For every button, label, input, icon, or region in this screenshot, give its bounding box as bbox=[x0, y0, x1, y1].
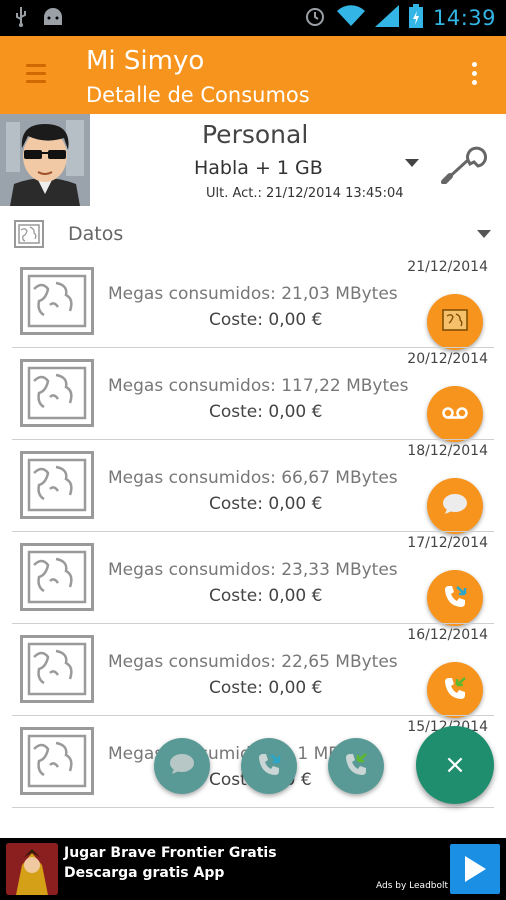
ad-subtitle: Descarga gratis App bbox=[64, 865, 225, 881]
signal-icon bbox=[374, 5, 399, 31]
list-item[interactable]: 20/12/2014 Megas consumidos: 117,22 MByt… bbox=[0, 348, 506, 442]
call-incoming-action-button[interactable] bbox=[427, 662, 483, 718]
battery-icon bbox=[408, 4, 423, 32]
cost: Coste: 0,00 € bbox=[209, 494, 323, 514]
menu-icon[interactable] bbox=[26, 64, 46, 86]
map-icon bbox=[20, 635, 94, 703]
speed-dial-sms-button[interactable] bbox=[154, 738, 210, 794]
status-bar: 14:39 bbox=[0, 0, 506, 36]
map-icon bbox=[20, 727, 94, 795]
ad-title: Jugar Brave Frontier Gratis bbox=[64, 845, 277, 861]
row-date: 16/12/2014 bbox=[407, 627, 488, 643]
play-icon[interactable] bbox=[450, 844, 500, 894]
wifi-icon bbox=[336, 5, 365, 31]
app-subtitle: Detalle de Consumos bbox=[86, 83, 310, 107]
last-updated: Ult. Act.: 21/12/2014 13:45:04 bbox=[206, 186, 404, 201]
megas-consumed: Megas consumidos: 23,33 MBytes bbox=[108, 560, 398, 580]
megas-consumed: Megas consumidos: 66,67 MBytes bbox=[108, 468, 398, 488]
ad-game-image bbox=[6, 843, 58, 895]
chevron-down-icon[interactable] bbox=[405, 159, 419, 167]
megas-consumed: Megas consumidos: 22,65 MBytes bbox=[108, 652, 398, 672]
app-title: Mi Simyo bbox=[86, 46, 205, 76]
plan-detail: Habla + 1 GB bbox=[194, 157, 323, 179]
row-date: 17/12/2014 bbox=[407, 535, 488, 551]
map-icon bbox=[442, 309, 468, 335]
call-outgoing-icon bbox=[441, 582, 469, 614]
call-outgoing-action-button[interactable] bbox=[427, 570, 483, 626]
voicemail-action-button[interactable] bbox=[427, 386, 483, 442]
call-incoming-icon bbox=[441, 674, 469, 706]
section-label: Datos bbox=[68, 223, 124, 245]
clock-time: 14:39 bbox=[432, 6, 496, 30]
list-item[interactable]: 18/12/2014 Megas consumidos: 66,67 MByte… bbox=[0, 440, 506, 534]
list-item[interactable]: 21/12/2014 Megas consumidos: 21,03 MByte… bbox=[0, 256, 506, 350]
avatar bbox=[0, 114, 90, 206]
call-outgoing-icon bbox=[255, 750, 283, 782]
alarm-icon bbox=[303, 4, 327, 32]
plan-name: Personal bbox=[202, 120, 309, 149]
cost: Coste: 0,00 € bbox=[209, 678, 323, 698]
speed-dial-close-button[interactable]: × bbox=[416, 726, 494, 804]
map-action-button[interactable] bbox=[427, 294, 483, 350]
list-item[interactable]: 16/12/2014 Megas consumidos: 22,65 MByte… bbox=[0, 624, 506, 718]
overflow-menu-icon[interactable] bbox=[472, 62, 478, 88]
voicemail-icon bbox=[442, 405, 468, 424]
call-incoming-icon bbox=[342, 750, 370, 782]
sms-icon bbox=[442, 493, 468, 519]
map-icon bbox=[20, 359, 94, 427]
row-date: 18/12/2014 bbox=[407, 443, 488, 459]
map-icon bbox=[20, 267, 94, 335]
map-icon bbox=[20, 451, 94, 519]
sms-action-button[interactable] bbox=[427, 478, 483, 534]
android-icon bbox=[42, 8, 64, 30]
row-date: 20/12/2014 bbox=[407, 351, 488, 367]
section-header-datos[interactable]: Datos bbox=[0, 214, 506, 254]
app-screen: 14:39 Mi Simyo Detalle de Consumos Perso… bbox=[0, 0, 506, 900]
speed-dial-outgoing-call-button[interactable] bbox=[241, 738, 297, 794]
megas-consumed: Megas consumidos: 117,22 MBytes bbox=[108, 376, 409, 396]
map-icon bbox=[20, 543, 94, 611]
list-item[interactable]: 17/12/2014 Megas consumidos: 23,33 MByte… bbox=[0, 532, 506, 626]
sms-icon bbox=[169, 753, 195, 779]
wrench-icon[interactable] bbox=[440, 144, 490, 185]
cost: Coste: 0,00 € bbox=[209, 310, 323, 330]
megas-consumed: Megas consumidos: 21,03 MBytes bbox=[108, 284, 398, 304]
close-icon: × bbox=[444, 750, 466, 780]
app-bar: Mi Simyo Detalle de Consumos bbox=[0, 36, 506, 114]
map-icon bbox=[14, 220, 44, 248]
cost: Coste: 0,00 € bbox=[209, 586, 323, 606]
profile-header[interactable]: Personal Habla + 1 GB Ult. Act.: 21/12/2… bbox=[0, 114, 506, 212]
usb-icon bbox=[14, 7, 28, 31]
ad-banner[interactable]: Jugar Brave Frontier Gratis Descarga gra… bbox=[0, 838, 506, 900]
ad-attribution: Ads by Leadbolt bbox=[376, 881, 449, 891]
row-divider bbox=[12, 807, 494, 808]
speed-dial-incoming-call-button[interactable] bbox=[328, 738, 384, 794]
row-date: 21/12/2014 bbox=[407, 259, 488, 275]
chevron-down-icon[interactable] bbox=[477, 230, 491, 238]
cost: Coste: 0,00 € bbox=[209, 402, 323, 422]
